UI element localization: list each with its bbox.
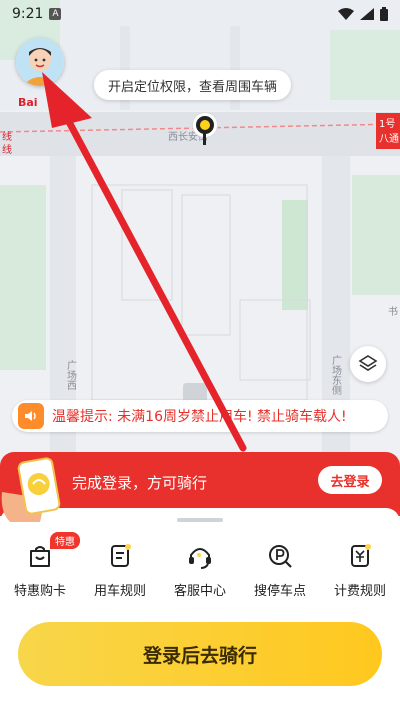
map-label-road-left: 线 <box>2 130 12 143</box>
discount-badge: 特惠 <box>50 532 80 549</box>
parking-search-icon <box>264 540 296 572</box>
user-avatar-button[interactable] <box>16 38 64 86</box>
headset-icon <box>184 540 216 572</box>
login-to-ride-button[interactable]: 登录后去骑行 <box>18 622 382 686</box>
tool-label: 计费规则 <box>333 584 386 599</box>
avatar-icon <box>16 38 64 86</box>
notification-icon: A <box>49 8 62 20</box>
map-label-edge: 书 <box>388 306 398 318</box>
status-time: 9:21 <box>12 6 44 22</box>
tool-label: 搜停车点 <box>253 584 306 599</box>
map-label-line-1-b: 八通 <box>379 133 399 145</box>
notice-text: 温馨提示: 未满16周岁禁止用车! 禁止骑车载人! <box>52 409 347 425</box>
tool-pricing-rules[interactable]: 计费规则 <box>320 540 400 599</box>
go-login-button[interactable]: 去登录 <box>318 466 382 494</box>
phone-hand-icon <box>1 457 61 522</box>
tool-discount-card[interactable]: 特惠 特惠购卡 <box>0 532 80 599</box>
speaker-icon <box>18 403 44 429</box>
wifi-icon <box>338 8 354 20</box>
status-bar: 9:21 A <box>0 0 400 28</box>
battery-icon <box>380 7 388 21</box>
signal-icon <box>360 8 374 20</box>
rules-icon <box>104 540 136 572</box>
bottom-sheet: 特惠 特惠购卡 用车规则 客服中心 搜停车点 计费规则 登录后去骑行 <box>0 508 400 710</box>
tool-label: 客服中心 <box>173 584 226 599</box>
pricing-icon <box>344 540 376 572</box>
tool-customer-service[interactable]: 客服中心 <box>160 540 240 599</box>
layers-icon <box>358 355 378 371</box>
map-layers-button[interactable] <box>350 346 386 382</box>
tool-search-parking[interactable]: 搜停车点 <box>240 540 320 599</box>
tool-usage-rules[interactable]: 用车规则 <box>80 540 160 599</box>
baidu-logo: Bai <box>18 96 38 109</box>
map-label-square-east: 广场东侧 <box>330 355 342 396</box>
safety-notice: 温馨提示: 未满16周岁禁止用车! 禁止骑车载人! <box>12 400 388 432</box>
location-pin-stem <box>203 133 206 145</box>
login-prompt-text: 完成登录，方可骑行 <box>72 474 208 492</box>
map-label-road-left-2: 线 <box>2 143 12 156</box>
map-label-line-1: 1号 <box>379 118 395 130</box>
notification-glyph: A <box>52 9 59 19</box>
map-label-square-west: 广场西 <box>65 360 77 390</box>
tool-grid: 特惠 特惠购卡 用车规则 客服中心 搜停车点 计费规则 <box>0 532 400 599</box>
location-permission-tip[interactable]: 开启定位权限，查看周围车辆 <box>94 70 292 100</box>
sheet-grabber-handle[interactable] <box>177 518 223 522</box>
tool-label: 用车规则 <box>93 584 146 599</box>
tool-label: 特惠购卡 <box>13 584 66 599</box>
